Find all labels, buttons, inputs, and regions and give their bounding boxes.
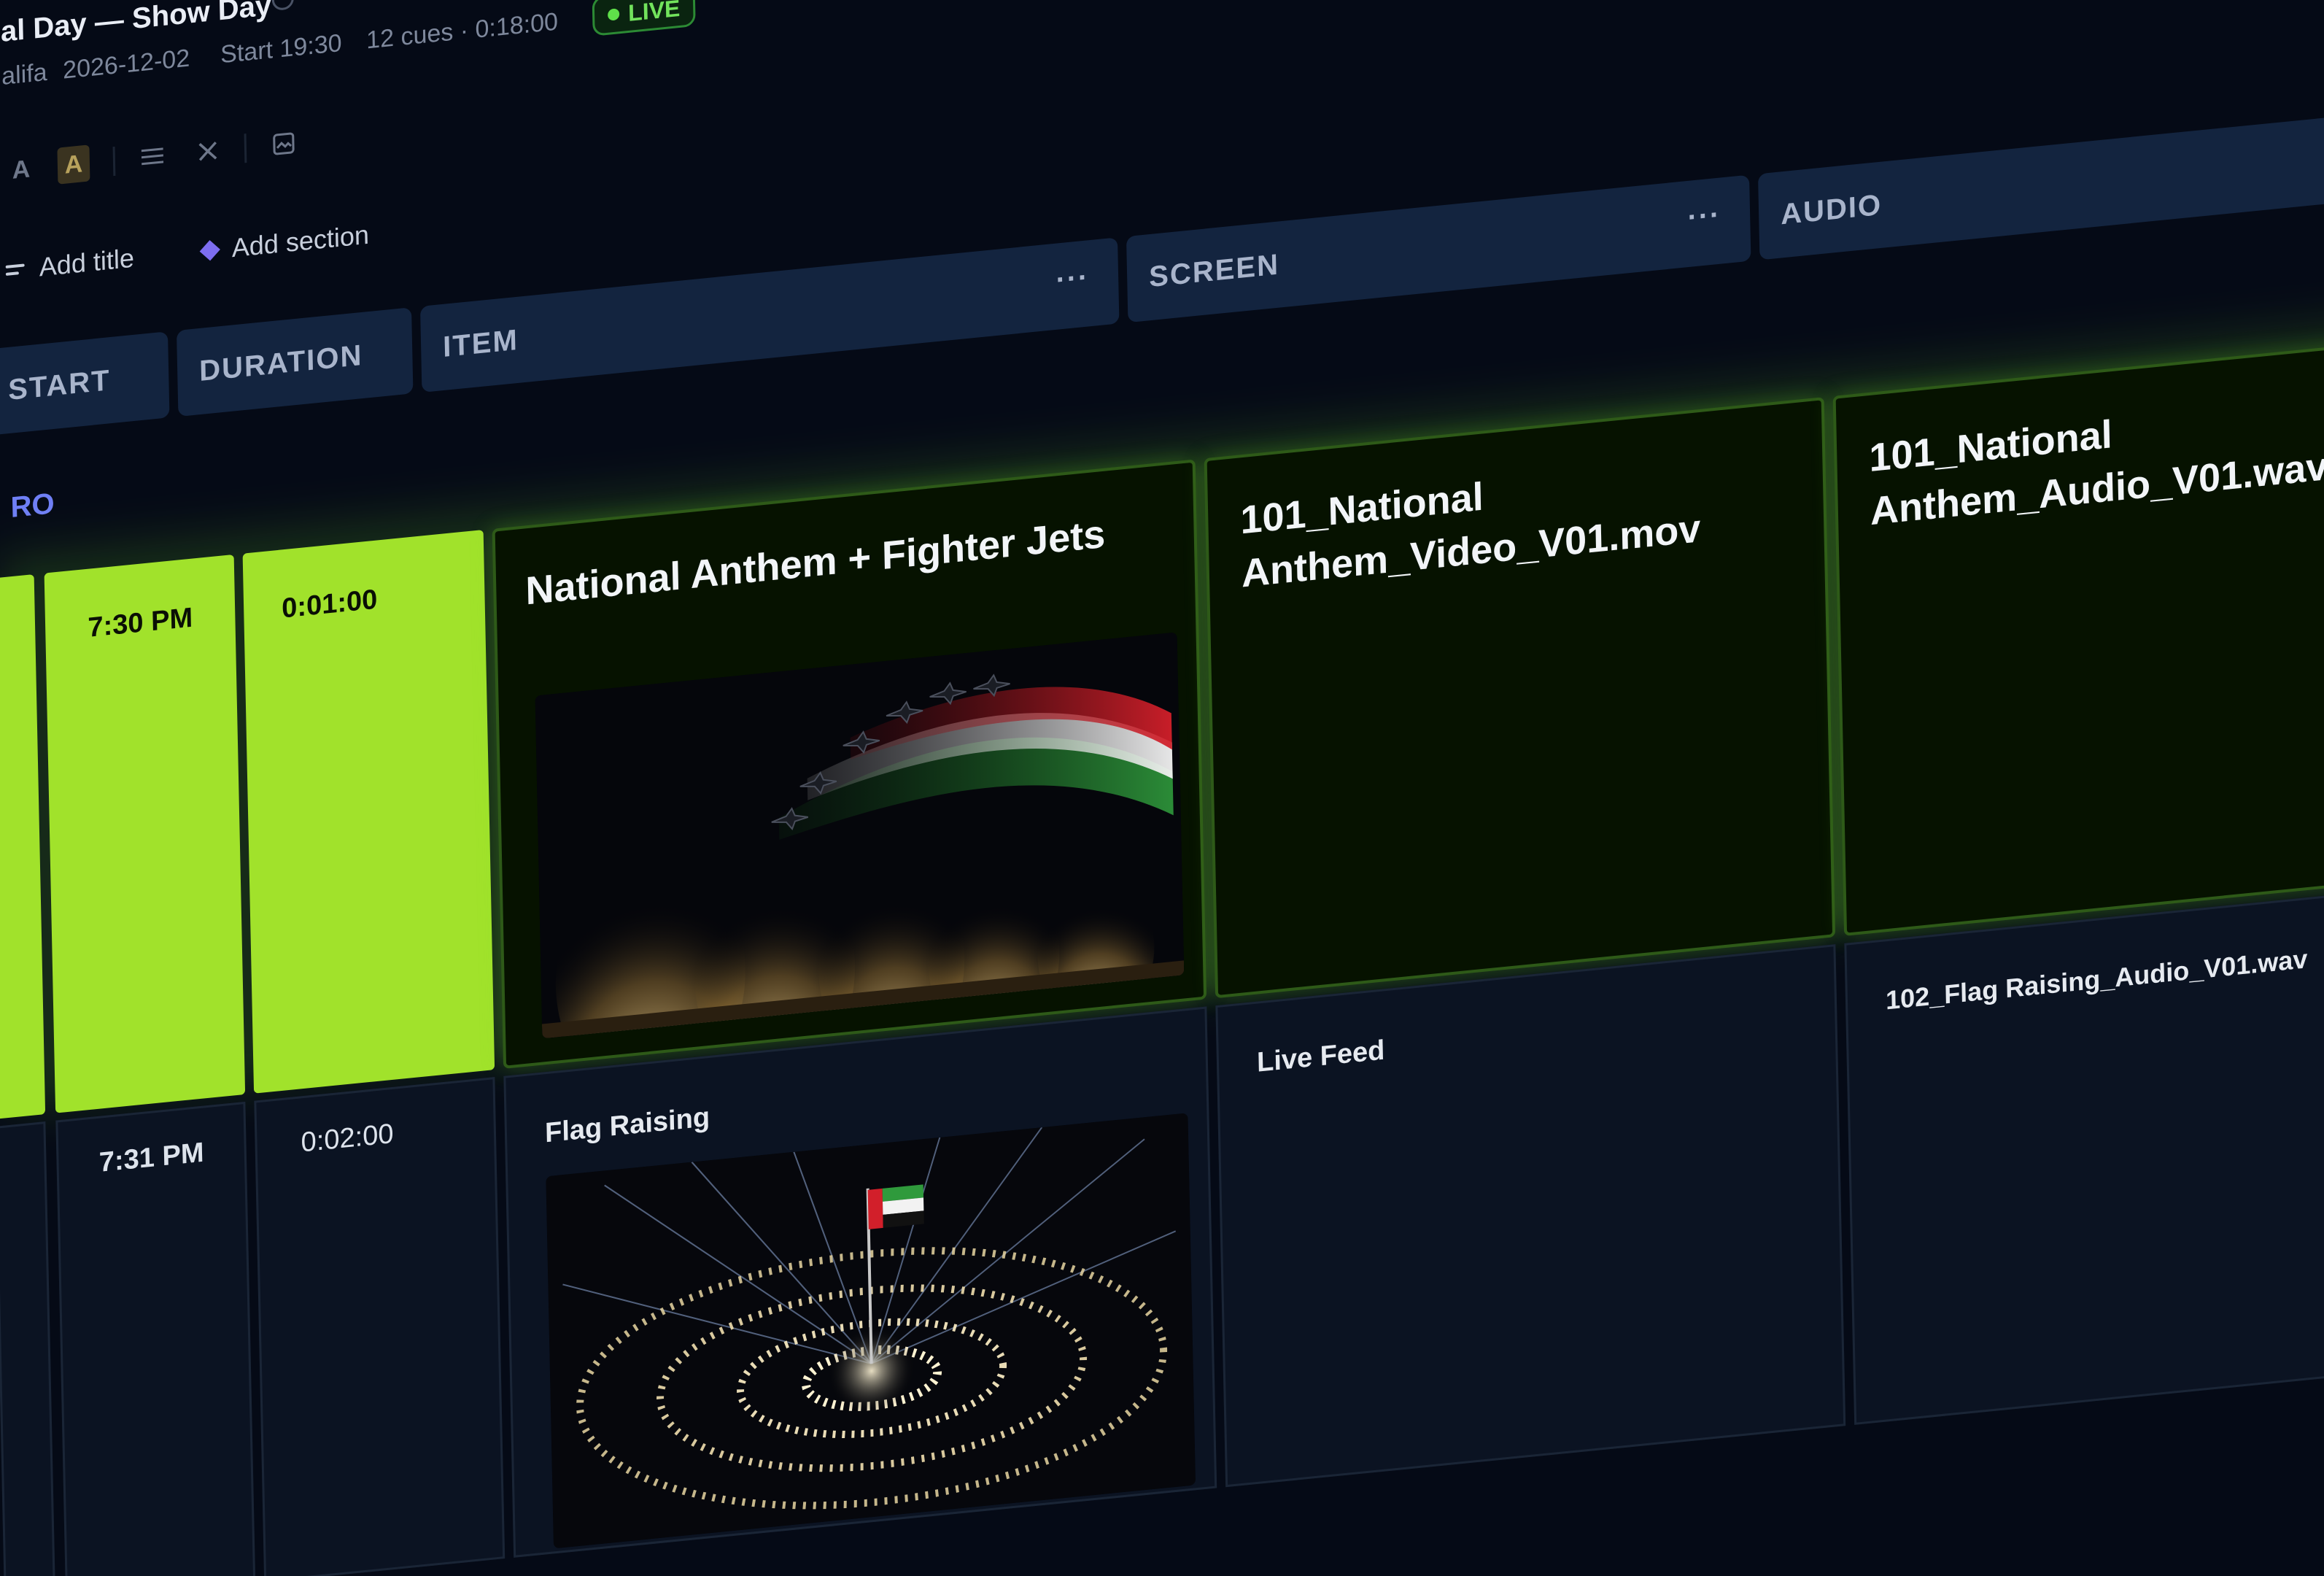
show-start: Start 19:30 [220, 28, 342, 69]
add-title-label: Add title [39, 242, 135, 282]
live-dot-icon [607, 8, 620, 21]
row-2-audio-cell[interactable]: 102_Flag Raising_Audio_V01.wav [1844, 888, 2324, 1425]
row-1-start: 7:30 PM [88, 602, 193, 644]
row-1-audio-file: 101_National Anthem_Audio_V01.wav [1868, 412, 2324, 534]
add-section-label: Add section [231, 219, 370, 263]
add-title-button[interactable]: Add title [5, 243, 134, 286]
item-more-button[interactable]: ... [1056, 253, 1089, 289]
live-badge: LIVE [592, 0, 696, 36]
venue-label: alifa [1, 58, 47, 90]
row-1-item-cell[interactable]: National Anthem + Fighter Jets [492, 459, 1207, 1069]
column-header-start-label: START [7, 363, 112, 406]
rundown-app: al Day — Show Day alifa 2026-12-02 Start… [0, 0, 2324, 1576]
settings-icon[interactable] [271, 0, 295, 12]
font-a-button[interactable]: A [6, 150, 36, 190]
row-1-audio-cell[interactable]: 101_National Anthem_Audio_V01.wav [1832, 341, 2324, 936]
screen-more-button[interactable]: ... [1687, 191, 1721, 227]
column-header-item[interactable]: ITEM ... [419, 237, 1120, 393]
row-2-start: 7:31 PM [98, 1137, 204, 1178]
column-header-audio[interactable]: AUDIO [1757, 112, 2324, 260]
column-header-screen[interactable]: SCREEN ... [1126, 174, 1751, 323]
show-date: 2026-12-02 [62, 44, 190, 85]
row-1-item-title: National Anthem + Fighter Jets [524, 511, 1106, 614]
toolbar-divider [244, 134, 247, 163]
column-header-duration-label: DURATION [198, 339, 363, 387]
cue-summary: 12 cues · 0:18:00 [365, 7, 559, 55]
row-2-screen-cell[interactable]: Live Feed [1215, 944, 1846, 1488]
column-header-item-label: ITEM [442, 323, 519, 363]
flag-raising-thumbnail [546, 1113, 1196, 1549]
row-2-item-cell[interactable]: Flag Raising [503, 1006, 1217, 1558]
live-label: LIVE [627, 0, 681, 26]
fighter-jets-thumbnail [535, 632, 1185, 1039]
row-2-audio-file: 102_Flag Raising_Audio_V01.wav [1885, 943, 2308, 1016]
close-icon[interactable] [191, 131, 224, 171]
image-icon[interactable] [267, 124, 300, 163]
diamond-icon [199, 240, 220, 261]
list-icon[interactable] [136, 137, 169, 177]
column-header-start[interactable]: START [0, 331, 170, 436]
row-2-duration-cell[interactable]: 0:02:00 [254, 1077, 506, 1576]
row-1-duration: 0:01:00 [281, 584, 378, 625]
row-1-screen-file: 101_National Anthem_Video_V01.mov [1239, 474, 1701, 596]
section-label: RO [10, 487, 55, 524]
row-2-screen-source: Live Feed [1256, 1035, 1385, 1078]
row-1-duration-cell[interactable]: 0:01:00 [242, 530, 495, 1094]
title-lines-icon [5, 263, 25, 276]
column-header-screen-label: SCREEN [1148, 247, 1280, 293]
column-header-duration[interactable]: DURATION [176, 307, 414, 417]
toolbar-divider [112, 146, 116, 177]
font-a-highlight-button[interactable]: A [57, 144, 90, 185]
row-2-duration: 0:02:00 [301, 1118, 394, 1159]
row-2-item-title: Flag Raising [544, 1102, 710, 1149]
screen: al Day — Show Day alifa 2026-12-02 Start… [0, 0, 2324, 1576]
add-section-button[interactable]: Add section [199, 219, 370, 267]
row-2-start-cell[interactable]: 7:31 PM [55, 1101, 256, 1576]
row-1-start-cell[interactable]: 7:30 PM [44, 554, 246, 1113]
row-2-status-bar [0, 1121, 56, 1576]
row-1-screen-cell[interactable]: 101_National Anthem_Video_V01.mov [1204, 397, 1836, 999]
column-header-audio-label: AUDIO [1780, 188, 1883, 231]
